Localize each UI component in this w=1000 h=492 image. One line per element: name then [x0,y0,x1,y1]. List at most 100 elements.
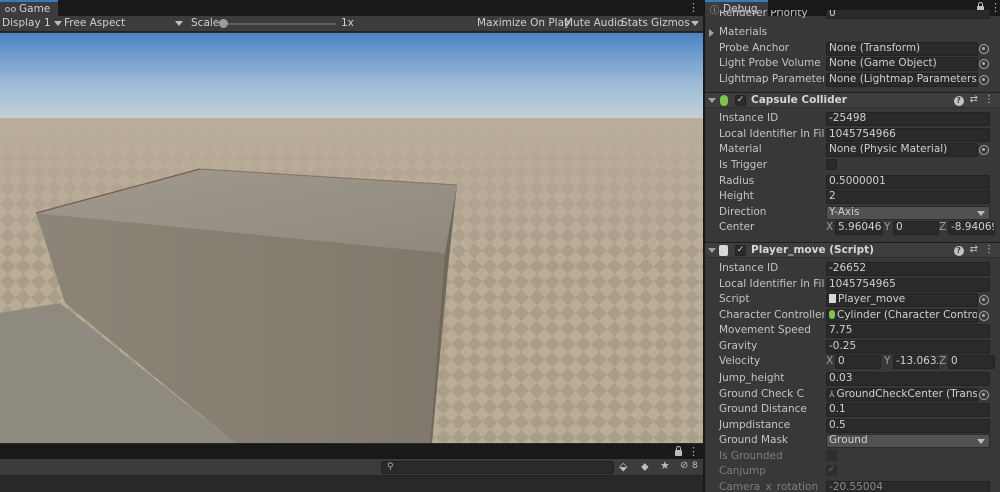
mute-audio-toggle[interactable]: Mute Audio [564,17,623,29]
object-picker-icon[interactable] [979,295,989,305]
component-menu-icon[interactable]: ⋮ [984,244,994,256]
instance-id-field[interactable]: -25498 [826,112,990,126]
presets-icon[interactable]: ⇄ [970,244,978,256]
project-menu-icon[interactable]: ⋮ [688,445,699,458]
object-picker-icon[interactable] [979,44,989,54]
object-picker-icon[interactable] [979,145,989,155]
field-label: Velocity [719,355,761,367]
field-label: Lightmap Parameters [719,73,824,85]
enable-checkbox[interactable]: ✓ [735,95,746,106]
local-id-row: Local Identifier In File 1045754966 [705,127,1000,143]
is-trigger-checkbox[interactable] [826,159,837,170]
velocity-x-field[interactable]: 0 [835,355,881,369]
stats-toggle[interactable]: Stats [621,17,648,29]
renderer-priority-field[interactable]: 0 [826,10,990,19]
local-id-field[interactable]: 1045754966 [826,128,990,142]
lightmap-params-field[interactable]: None (Lightmap Parameters) [826,73,978,87]
scale-label: Scale [191,17,220,29]
local-id-field[interactable]: 1045754965 [826,278,990,292]
velocity-row: Velocity X0 Y -13.0632 Z0 [705,354,1000,370]
foldout-arrow-icon[interactable] [708,98,716,103]
instance-id-field[interactable]: -26652 [826,262,990,276]
chevron-down-icon[interactable] [691,21,699,26]
component-menu-icon[interactable]: ⋮ [984,94,994,106]
field-label: Local Identifier In File [719,128,824,140]
favorite-star-icon[interactable]: ★ [660,459,670,472]
field-label: Ground Mask [719,434,789,446]
type-filter-icon[interactable]: ⬙ [619,460,627,473]
scale-slider-track[interactable] [223,23,336,25]
foldout-arrow-icon[interactable] [709,29,714,37]
enable-checkbox[interactable]: ✓ [735,245,746,256]
game-tab[interactable]: Game [0,0,59,16]
field-label: Canjump [719,465,766,477]
center-row: Center X5.960464 Y0 Z-8.94069 [705,220,1000,236]
renderer-priority-row: Renderer Priority 0 [705,10,1000,22]
ground-check-field[interactable]: ⅄GroundCheckCenter (Transform) [826,388,978,402]
field-label: Gravity [719,340,758,352]
ground-mask-dropdown[interactable]: Ground [826,434,990,448]
character-controller-row: Character Controller Cylinder (Character… [705,308,1000,324]
hidden-packages-icon[interactable]: ⊘ [680,460,688,471]
movement-speed-field[interactable]: 7.75 [826,324,990,338]
hidden-count: 8 [692,461,698,471]
object-picker-icon[interactable] [979,75,989,85]
material-field[interactable]: None (Physic Material) [826,143,978,157]
center-y-field[interactable]: 0 [893,221,939,235]
jumpdistance-field[interactable]: 0.5 [826,419,990,433]
field-label: Direction [719,206,767,218]
camera-x-rotation-field: -20.55004 [826,481,990,492]
height-field[interactable]: 2 [826,190,990,204]
lock-icon[interactable] [675,446,682,456]
character-controller-field[interactable]: Cylinder (Character Controller) [826,309,978,323]
light-probe-field[interactable]: None (Game Object) [826,57,978,71]
help-icon[interactable]: ? [953,96,964,106]
radius-field[interactable]: 0.5000001 [826,175,990,189]
ground-distance-field[interactable]: 0.1 [826,403,990,417]
scene-render [0,33,703,443]
object-picker-icon[interactable] [979,390,989,400]
scale-slider-knob[interactable] [219,19,228,28]
center-x-field[interactable]: 5.960464 [835,221,883,235]
game-toolbar: Display 1 Free Aspect Scale 1x Maximize … [0,16,703,32]
radius-row: Radius 0.5000001 [705,174,1000,190]
project-body [0,477,703,492]
maximize-on-play-toggle[interactable]: Maximize On Play [477,17,570,29]
object-picker-icon[interactable] [979,59,989,69]
presets-icon[interactable]: ⇄ [970,94,978,106]
object-picker-icon[interactable] [979,311,989,321]
materials-row[interactable]: Materials [705,25,1000,41]
help-icon[interactable]: ? [953,246,964,256]
gravity-row: Gravity -0.25 [705,339,1000,355]
field-label: Movement Speed [719,324,811,336]
probe-anchor-field[interactable]: None (Transform) [826,42,978,56]
field-label: Instance ID [719,262,779,274]
display-dropdown[interactable]: Display 1 [2,17,63,29]
center-z-field[interactable]: -8.94069 [948,221,995,235]
jump-height-field[interactable]: 0.03 [826,372,990,386]
field-label: Ground Distance [719,403,807,415]
axis-label: Y [884,355,891,367]
velocity-z-field[interactable]: 0 [948,355,995,369]
component-title: Player_move (Script) [751,244,874,256]
ground-distance-row: Ground Distance 0.1 [705,402,1000,418]
player-move-header[interactable]: ✓ Player_move (Script) ? ⇄ ⋮ [705,242,1000,258]
transform-icon: ⅄ [829,390,835,400]
game-viewport[interactable] [0,33,703,443]
capsule-collider-header[interactable]: ✓ Capsule Collider ? ⇄ ⋮ [705,92,1000,108]
script-field[interactable]: Player_move [826,293,978,307]
aspect-dropdown[interactable]: Free Aspect [64,17,125,29]
velocity-y: Y -13.0632 [884,355,940,369]
velocity-y-field[interactable]: -13.0632 [893,355,939,369]
gizmos-toggle[interactable]: Gizmos [651,17,690,29]
game-controller-icon [4,5,16,13]
game-menu-icon[interactable]: ⋮ [688,1,699,14]
label-filter-icon[interactable]: ⬥ [641,460,649,474]
foldout-arrow-icon[interactable] [708,248,716,253]
probe-anchor-row: Probe Anchor None (Transform) [705,41,1000,57]
jump-height-row: Jump_height 0.03 [705,371,1000,387]
gravity-field[interactable]: -0.25 [826,340,990,354]
project-search-input[interactable]: ⚲ [381,461,614,474]
direction-dropdown[interactable]: Y-Axis [826,206,990,220]
display-label: Display 1 [2,17,51,29]
